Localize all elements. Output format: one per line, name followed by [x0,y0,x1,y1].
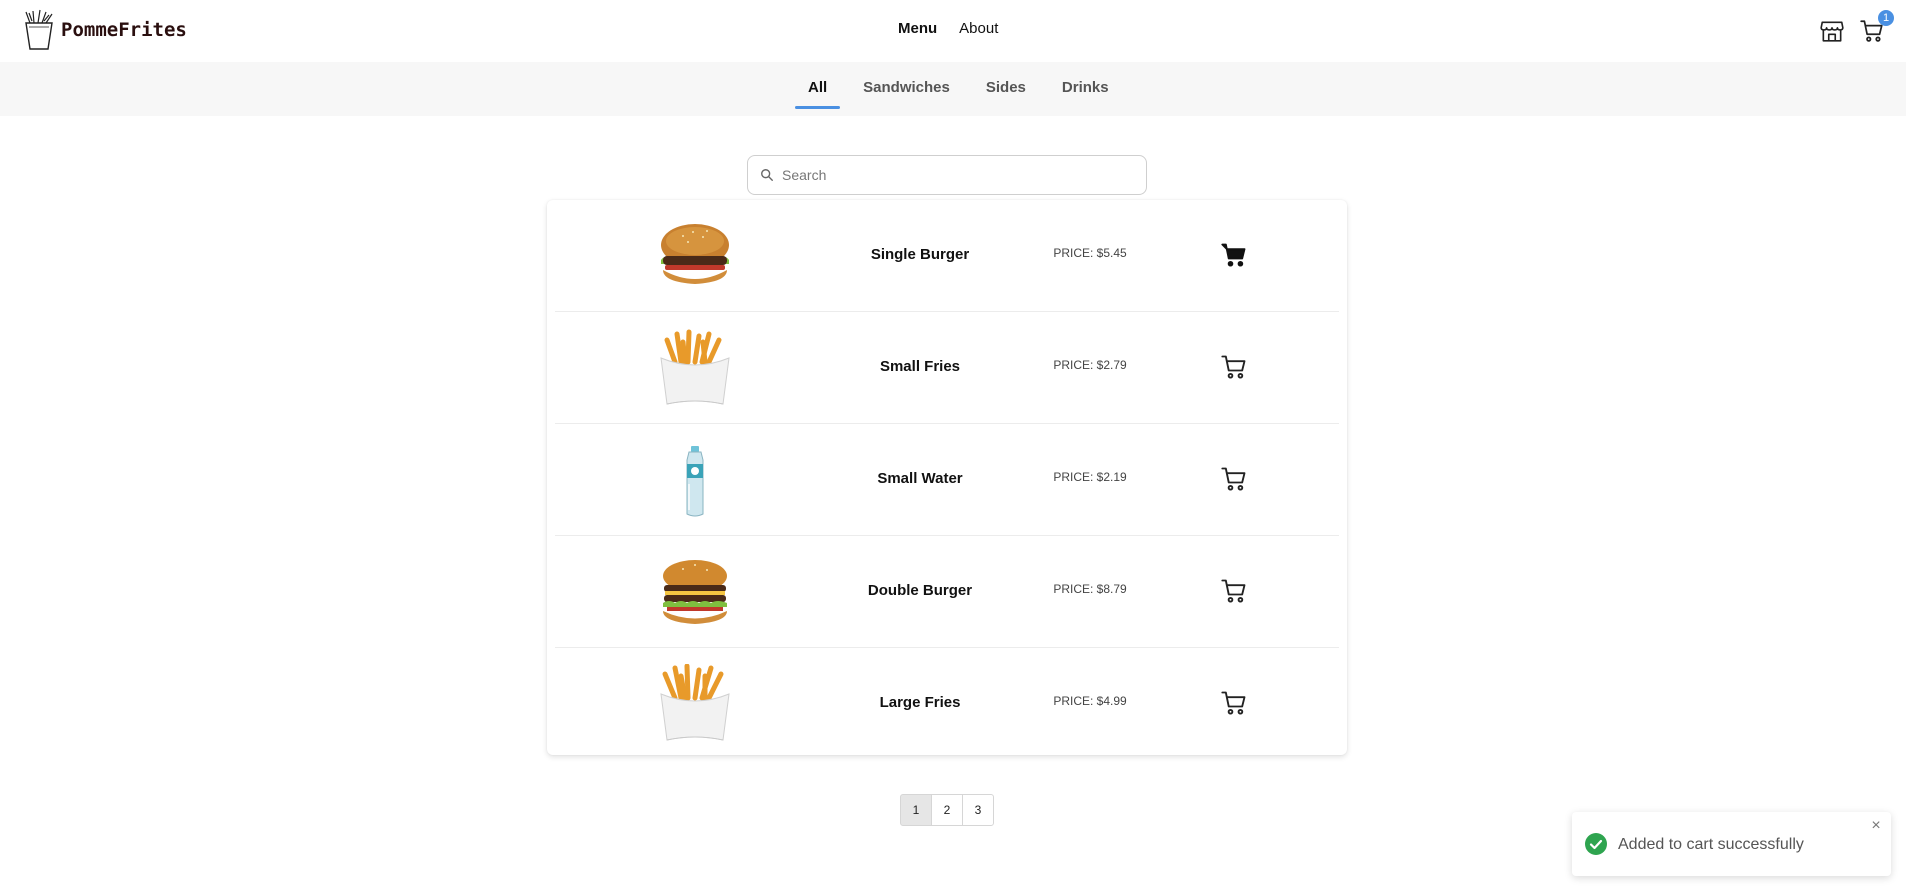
store-icon[interactable] [1819,18,1845,44]
search-box [747,155,1147,195]
product-row: Single Burger PRICE: $5.45 [555,200,1339,312]
check-circle-icon [1585,833,1607,855]
nav-menu-link[interactable]: Menu [898,20,937,37]
product-price: PRICE: $2.79 [1053,358,1127,372]
product-name: Small Water [877,470,963,487]
main-nav: Menu About [898,20,998,37]
product-price: PRICE: $5.45 [1053,246,1127,260]
double-burger-image [663,560,727,624]
success-toast: Added to cart successfully × [1572,812,1891,876]
product-name: Double Burger [867,582,973,599]
top-header: PommeFrites Menu About 1 [0,0,1906,62]
add-to-cart-button[interactable] [1220,465,1248,493]
nav-about-link[interactable]: About [959,20,998,37]
large-fries-image [660,664,730,741]
product-name: Single Burger [870,246,970,263]
small-water-image [686,446,704,517]
tab-all[interactable]: All [795,62,841,109]
product-list: Single Burger PRICE: $5.45 Small Fries P… [547,200,1347,755]
product-price: PRICE: $8.79 [1053,582,1127,596]
product-row: Double Burger PRICE: $8.79 [555,536,1339,648]
cart-count-badge: 1 [1878,10,1894,26]
search-icon [761,169,773,181]
page-button-1[interactable]: 1 [900,794,932,826]
tab-sides[interactable]: Sides [973,62,1039,107]
fries-logo-icon [25,9,53,50]
product-row: Small Fries PRICE: $2.79 [555,312,1339,424]
product-price: PRICE: $4.99 [1053,694,1127,708]
tab-sandwiches[interactable]: Sandwiches [850,62,963,107]
brand[interactable]: PommeFrites [21,9,187,51]
category-tabbar: All Sandwiches Sides Drinks [0,62,1906,116]
brand-name: PommeFrites [61,19,187,41]
add-to-cart-button[interactable] [1220,241,1248,269]
add-to-cart-button[interactable] [1220,353,1248,381]
pagination: 1 2 3 [900,794,994,826]
close-icon[interactable]: × [1868,818,1884,834]
page-button-3[interactable]: 3 [962,794,994,826]
add-to-cart-button[interactable] [1220,689,1248,717]
category-tabs: All Sandwiches Sides Drinks [795,62,1132,116]
product-row: Large Fries PRICE: $4.99 [555,648,1339,760]
product-name: Large Fries [879,694,961,711]
small-fries-image [660,329,730,405]
page-button-2[interactable]: 2 [931,794,963,826]
single-burger-image [661,224,729,284]
tab-drinks[interactable]: Drinks [1049,62,1122,107]
search-input[interactable] [782,167,1122,183]
product-name: Small Fries [879,358,961,375]
add-to-cart-button[interactable] [1220,577,1248,605]
product-row: Small Water PRICE: $2.19 [555,424,1339,536]
header-actions: 1 [1786,10,1906,48]
product-price: PRICE: $2.19 [1053,470,1127,484]
toast-message: Added to cart successfully [1618,836,1804,853]
